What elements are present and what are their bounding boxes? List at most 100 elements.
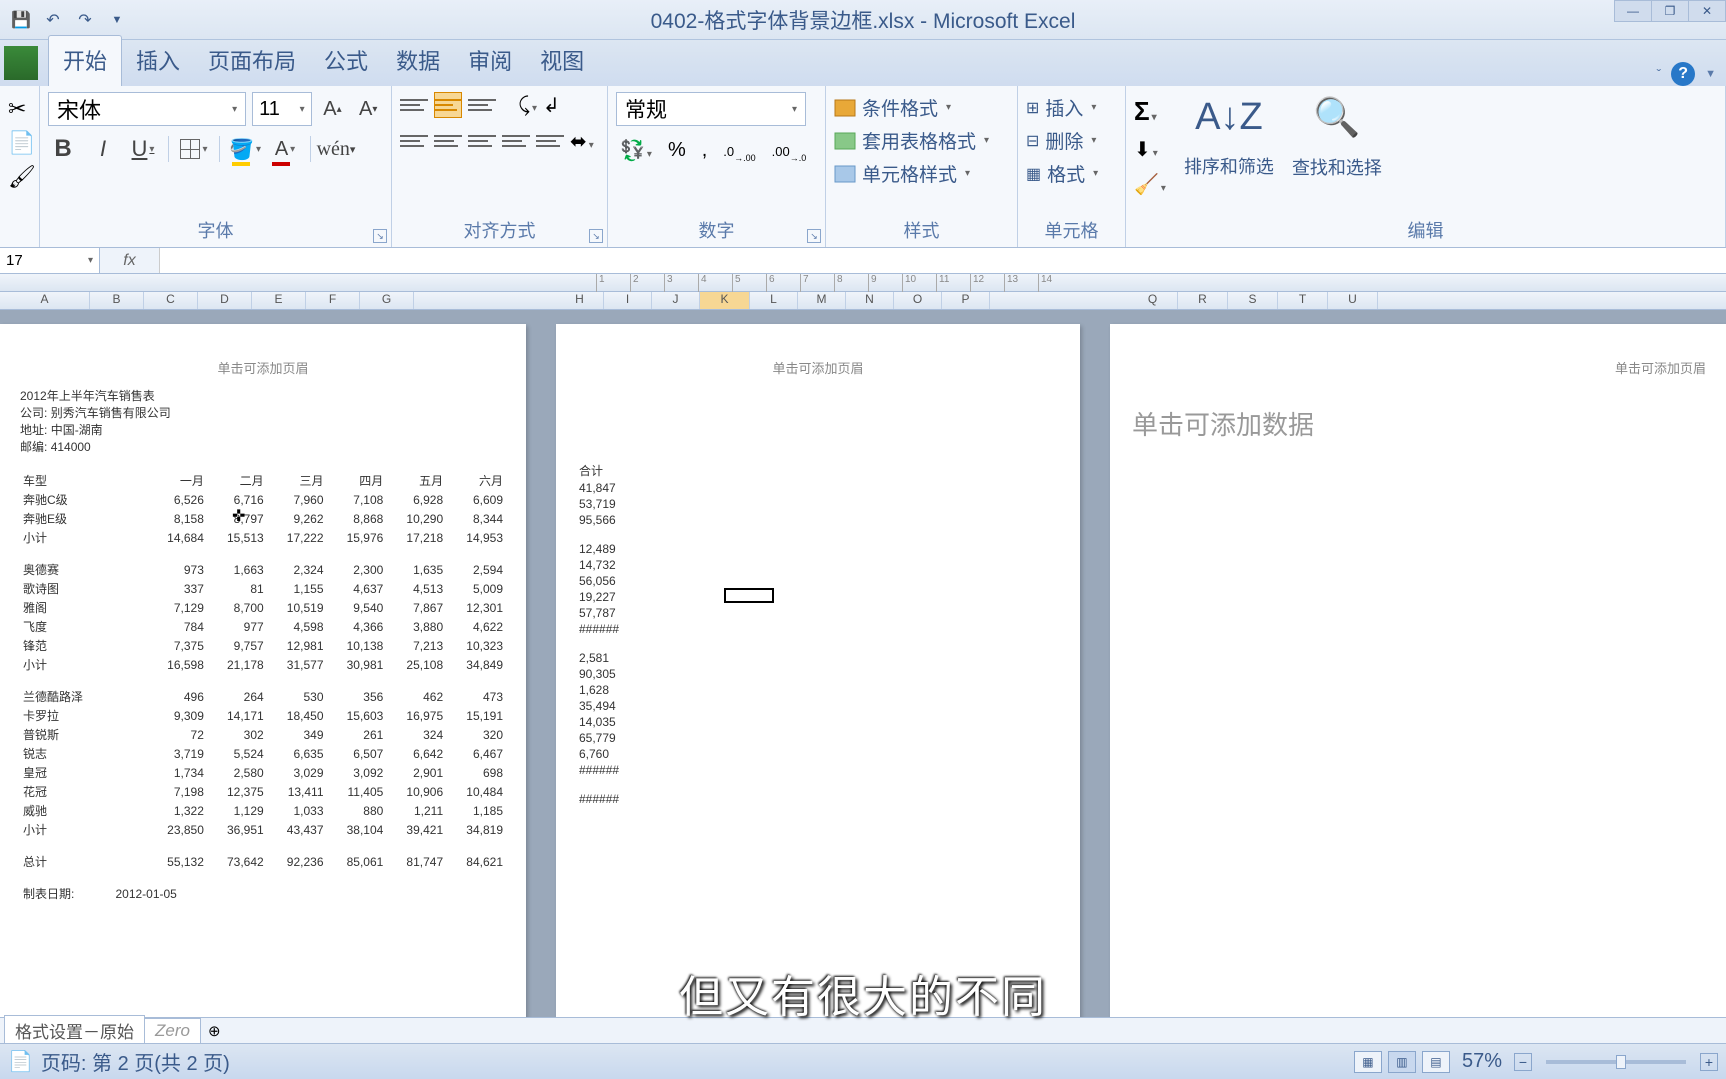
clear-button[interactable]: 🧹▾ (1134, 172, 1166, 197)
col-C[interactable]: C (144, 292, 198, 309)
pagelayout-view-button[interactable]: ▥ (1388, 1051, 1416, 1073)
sort-filter-icon[interactable]: A↓Z (1195, 96, 1263, 139)
worksheet-area[interactable]: 单击可添加页眉 2012年上半年汽车销售表 公司: 别秀汽车销售有限公司 地址:… (0, 310, 1726, 1034)
tab-pagelayout[interactable]: 页面布局 (194, 36, 310, 86)
tab-formulas[interactable]: 公式 (310, 36, 382, 86)
decrease-font-icon[interactable]: A▾ (353, 94, 383, 124)
fx-label[interactable]: fx (100, 248, 160, 273)
col-A[interactable]: A (0, 292, 90, 309)
sheet-tab-1[interactable]: 格式设置－原始 (4, 1015, 145, 1046)
tab-home[interactable]: 开始 (48, 35, 122, 86)
delete-cells-button[interactable]: ⊟ 删除▾ (1026, 127, 1117, 154)
phonetic-button[interactable]: wén▾ (321, 134, 351, 164)
col-J[interactable]: J (652, 292, 700, 309)
qat-dropdown-icon[interactable]: ▼ (104, 7, 130, 33)
col-P[interactable]: P (942, 292, 990, 309)
bold-button[interactable]: B (48, 134, 78, 164)
italic-button[interactable]: I (88, 134, 118, 164)
col-M[interactable]: M (798, 292, 846, 309)
number-dialog-launcher[interactable]: ↘ (807, 229, 821, 243)
page1-header[interactable]: 单击可添加页眉 (0, 324, 526, 387)
col-F[interactable]: F (306, 292, 360, 309)
maximize-button[interactable]: ❐ (1651, 0, 1689, 22)
format-cells-button[interactable]: ▦ 格式▾ (1026, 160, 1117, 187)
col-D[interactable]: D (198, 292, 252, 309)
zoom-out-button[interactable]: − (1514, 1053, 1532, 1071)
undo-icon[interactable]: ↶ (40, 7, 66, 33)
wrap-text-icon[interactable]: ↲ (543, 93, 560, 118)
conditional-formatting-button[interactable]: 条件格式▾ (834, 94, 1009, 121)
ribbon-dropdown-icon[interactable]: ▼ (1705, 68, 1716, 80)
align-left-icon[interactable] (400, 128, 428, 154)
col-U[interactable]: U (1328, 292, 1378, 309)
decrease-decimal-icon[interactable]: .00→.0 (768, 137, 811, 165)
find-select-icon[interactable]: 🔍 (1313, 96, 1360, 140)
cell-styles-button[interactable]: 单元格样式▾ (834, 160, 1009, 187)
align-top-icon[interactable] (400, 92, 428, 118)
page3-header[interactable]: 单击可添加页眉 (1110, 324, 1726, 387)
col-H[interactable]: H (556, 292, 604, 309)
align-right-icon[interactable] (468, 128, 496, 154)
tab-insert[interactable]: 插入 (122, 36, 194, 86)
pagebreak-view-button[interactable]: ▤ (1422, 1051, 1450, 1073)
insert-cells-button[interactable]: ⊞ 插入▾ (1026, 94, 1117, 121)
col-L[interactable]: L (750, 292, 798, 309)
ribbon-minimize-icon[interactable]: ˇ (1656, 66, 1661, 82)
help-icon[interactable]: ? (1671, 62, 1695, 86)
save-icon[interactable]: 💾 (8, 7, 34, 33)
zoom-in-button[interactable]: + (1700, 1053, 1718, 1071)
name-box[interactable]: 17▾ (0, 248, 100, 273)
col-T[interactable]: T (1278, 292, 1328, 309)
align-middle-icon[interactable] (434, 92, 462, 118)
tab-review[interactable]: 审阅 (454, 36, 526, 86)
zoom-slider[interactable] (1546, 1060, 1686, 1064)
formula-input[interactable] (160, 248, 1726, 273)
font-color-button[interactable]: A▾ (270, 134, 300, 164)
font-dialog-launcher[interactable]: ↘ (373, 229, 387, 243)
comma-format-icon[interactable]: , (698, 137, 712, 164)
col-O[interactable]: O (894, 292, 942, 309)
format-as-table-button[interactable]: 套用表格格式▾ (834, 127, 1009, 154)
col-I[interactable]: I (604, 292, 652, 309)
merge-cells-icon[interactable]: ⬌▾ (570, 129, 594, 154)
cut-icon[interactable]: ✂ (8, 96, 31, 122)
col-G[interactable]: G (360, 292, 414, 309)
sheet-tab-2[interactable]: Zero (144, 1018, 201, 1044)
align-dialog-launcher[interactable]: ↘ (589, 229, 603, 243)
increase-indent-icon[interactable] (536, 128, 564, 154)
accounting-format-icon[interactable]: 💱▾ (616, 136, 656, 165)
col-R[interactable]: R (1178, 292, 1228, 309)
font-name-combo[interactable]: 宋体▾ (48, 92, 246, 126)
col-B[interactable]: B (90, 292, 144, 309)
increase-font-icon[interactable]: A▴ (318, 94, 348, 124)
col-N[interactable]: N (846, 292, 894, 309)
align-center-icon[interactable] (434, 128, 462, 154)
font-size-combo[interactable]: 11▾ (252, 92, 312, 126)
normal-view-button[interactable]: ▦ (1354, 1051, 1382, 1073)
redo-icon[interactable]: ↷ (72, 7, 98, 33)
tab-data[interactable]: 数据 (382, 36, 454, 86)
tab-view[interactable]: 视图 (526, 36, 598, 86)
align-bottom-icon[interactable] (468, 92, 496, 118)
close-button[interactable]: ✕ (1688, 0, 1726, 22)
number-format-combo[interactable]: 常规▾ (616, 92, 806, 126)
percent-format-icon[interactable]: % (664, 137, 690, 164)
page3-add-data[interactable]: 单击可添加数据 (1110, 387, 1726, 460)
col-S[interactable]: S (1228, 292, 1278, 309)
autosum-button[interactable]: Σ▾ (1134, 96, 1166, 127)
orientation-icon[interactable]: ⤹▾ (518, 94, 537, 117)
copy-icon[interactable]: 📄 (8, 130, 31, 156)
borders-button[interactable]: ▾ (179, 134, 209, 164)
increase-decimal-icon[interactable]: .0→.00 (719, 137, 759, 165)
fill-button[interactable]: ⬇▾ (1134, 137, 1166, 162)
fill-color-button[interactable]: 🪣▾ (230, 134, 260, 164)
format-painter-icon[interactable]: 🖌 (8, 164, 31, 190)
page2-header[interactable]: 单击可添加页眉 (556, 324, 1080, 387)
col-E[interactable]: E (252, 292, 306, 309)
minimize-button[interactable]: — (1614, 0, 1652, 22)
new-sheet-icon[interactable]: ⊕ (200, 1022, 229, 1040)
selected-cell[interactable] (724, 588, 774, 603)
decrease-indent-icon[interactable] (502, 128, 530, 154)
col-Q[interactable]: Q (1128, 292, 1178, 309)
col-K[interactable]: K (700, 292, 750, 309)
